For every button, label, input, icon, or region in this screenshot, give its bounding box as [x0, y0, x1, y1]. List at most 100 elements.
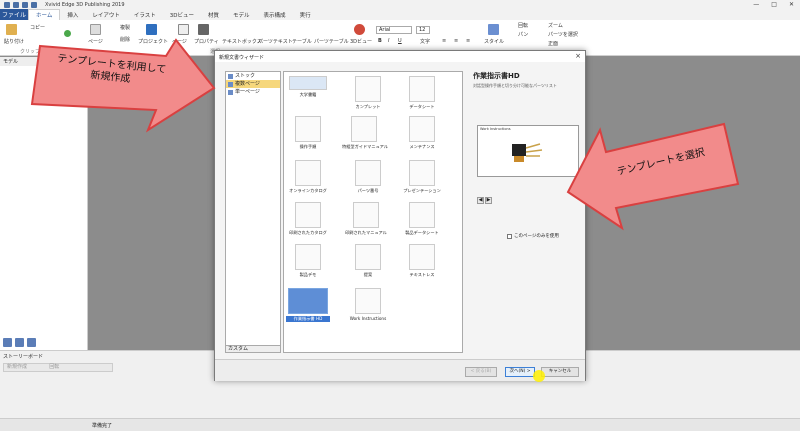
table-button[interactable]: テーブル	[292, 38, 312, 45]
align-left-icon[interactable]: ≡	[442, 38, 446, 44]
undo-icon[interactable]	[22, 1, 28, 8]
textbox-button[interactable]: テキストボックス	[222, 38, 262, 45]
template-thumbnail	[409, 160, 435, 186]
rotate-button[interactable]: 回転	[518, 22, 528, 29]
tab-illustration[interactable]: イラスト	[127, 9, 163, 20]
template-thumbnail	[295, 244, 321, 270]
template-item[interactable]: オンラインカタログ	[286, 160, 330, 194]
template-item[interactable]: パーツ番号	[346, 160, 390, 194]
style-icon[interactable]	[488, 24, 499, 35]
cancel-button[interactable]: キャンセル	[541, 367, 579, 377]
zoom-button[interactable]: ズーム	[548, 22, 563, 29]
template-item[interactable]: 大学書籍	[286, 76, 330, 98]
template-item[interactable]: 印刷されたマニュアル	[344, 202, 388, 236]
window-controls: — □ ✕	[753, 1, 794, 8]
parts-text-button[interactable]: パーツテキスト	[258, 38, 293, 45]
duplicate-button[interactable]: 複製	[120, 24, 130, 31]
tab-layout[interactable]: レイアウト	[85, 9, 127, 20]
template-thumbnail	[409, 116, 435, 142]
font-select[interactable]: Arial	[376, 26, 412, 34]
minimize-icon[interactable]: —	[753, 1, 759, 8]
template-thumbnail	[409, 76, 435, 102]
tab-insert[interactable]: 挿入	[60, 9, 85, 20]
tab-material[interactable]: 材質	[201, 9, 226, 20]
preview-next-icon[interactable]: ▶	[485, 197, 492, 204]
template-thumbnail	[355, 160, 381, 186]
category-custom[interactable]: カスタム	[225, 345, 281, 353]
category-stock[interactable]: ストック	[226, 72, 280, 80]
template-item[interactable]: データシート	[400, 76, 444, 110]
folder-icon	[228, 73, 233, 79]
bold-button[interactable]: B	[378, 38, 382, 44]
text-button[interactable]: 文字	[420, 38, 430, 45]
template-item[interactable]: 提案	[346, 244, 390, 278]
single-page-checkbox[interactable]: このページのみを使用	[507, 233, 559, 239]
pan-button[interactable]: パン	[518, 31, 528, 38]
redo-icon[interactable]	[31, 1, 37, 8]
style-button[interactable]: スタイル	[484, 38, 504, 45]
align-center-icon[interactable]: ≡	[454, 38, 458, 44]
app-title: Xvivid Edge 3D Publishing 2019	[45, 1, 125, 8]
back-button[interactable]: < 戻る(B)	[465, 367, 497, 377]
template-item[interactable]: 特組型ガイドマニュアル	[342, 116, 388, 150]
3dview-icon[interactable]	[354, 24, 365, 35]
mouse-cursor-highlight	[533, 370, 545, 382]
category-single-page[interactable]: 単一ページ	[226, 88, 280, 96]
template-item[interactable]: 製品デモ	[286, 244, 330, 278]
ribbon-tabs: ファイル ホーム 挿入 レイアウト イラスト 3Dビュー 材質 モデル 表示構成…	[0, 9, 800, 20]
layers-tab-icon[interactable]	[15, 338, 24, 347]
tab-model[interactable]: モデル	[226, 9, 257, 20]
align-right-icon[interactable]: ≡	[466, 38, 470, 44]
tab-3dview[interactable]: 3Dビュー	[163, 9, 201, 20]
folder-icon	[228, 81, 233, 87]
front-view-button[interactable]: 正面	[548, 40, 558, 47]
italic-button[interactable]: I	[388, 38, 389, 44]
template-thumbnail	[289, 76, 327, 90]
template-item[interactable]: メンテナンス	[400, 116, 444, 150]
template-thumbnail	[295, 160, 321, 186]
template-item-selected[interactable]: 作業指示書 HD	[286, 288, 330, 322]
template-thumbnail	[355, 288, 381, 314]
close-window-icon[interactable]: ✕	[789, 1, 794, 8]
tab-home[interactable]: ホーム	[28, 9, 61, 20]
tab-run[interactable]: 実行	[293, 9, 318, 20]
template-item[interactable]: カンプレット	[346, 76, 390, 110]
template-thumbnail	[409, 244, 435, 270]
parts-table-button[interactable]: パーツテーブル	[314, 38, 349, 45]
template-item[interactable]: 操作手順	[286, 116, 330, 150]
app-icon	[4, 1, 10, 8]
template-thumbnail	[355, 244, 381, 270]
underline-button[interactable]: U	[398, 38, 402, 44]
connector-model-icon	[512, 143, 543, 162]
right-callout-arrow	[566, 122, 740, 231]
preview-prev-icon[interactable]: ◀	[477, 197, 484, 204]
template-item[interactable]: 印刷されたカタログ	[286, 202, 330, 236]
save-icon[interactable]	[13, 1, 19, 8]
template-item[interactable]: Work Instructions	[346, 288, 390, 321]
dialog-footer: < 戻る(B) 次へ(N) > キャンセル	[215, 359, 585, 381]
dialog-close-icon[interactable]: ×	[575, 52, 581, 60]
select-parts-button[interactable]: パーツを選択	[548, 31, 578, 38]
dialog-title: 新規文書ウィザード	[215, 51, 585, 62]
status-bar: 準備完了	[0, 418, 800, 431]
tab-display-config[interactable]: 表示構成	[257, 9, 293, 20]
folder-icon	[228, 89, 233, 95]
maximize-icon[interactable]: □	[771, 1, 777, 8]
font-size-select[interactable]: 12	[416, 26, 430, 34]
views-tab-icon[interactable]	[27, 338, 36, 347]
category-multi-page[interactable]: 複数ページ	[226, 80, 280, 88]
template-item[interactable]: プレゼンテーション	[400, 160, 444, 194]
3dview-button[interactable]: 3Dビュー	[350, 38, 372, 45]
template-item[interactable]: 製品データシート	[400, 202, 444, 236]
storyboard-rotate-button[interactable]: 回転	[49, 364, 59, 370]
storyboard-new-button[interactable]: 新規作成	[7, 364, 27, 370]
preview-title: 作業指示書HD	[473, 72, 520, 80]
copy-button[interactable]: コピー	[30, 24, 45, 31]
tab-file[interactable]: ファイル	[0, 9, 28, 20]
checkbox-icon[interactable]	[507, 233, 512, 239]
panel-tabs	[3, 338, 36, 347]
next-button[interactable]: 次へ(N) >	[505, 367, 535, 377]
template-thumbnail	[295, 116, 321, 142]
tree-tab-icon[interactable]	[3, 338, 12, 347]
template-item[interactable]: テキストレス	[400, 244, 444, 278]
